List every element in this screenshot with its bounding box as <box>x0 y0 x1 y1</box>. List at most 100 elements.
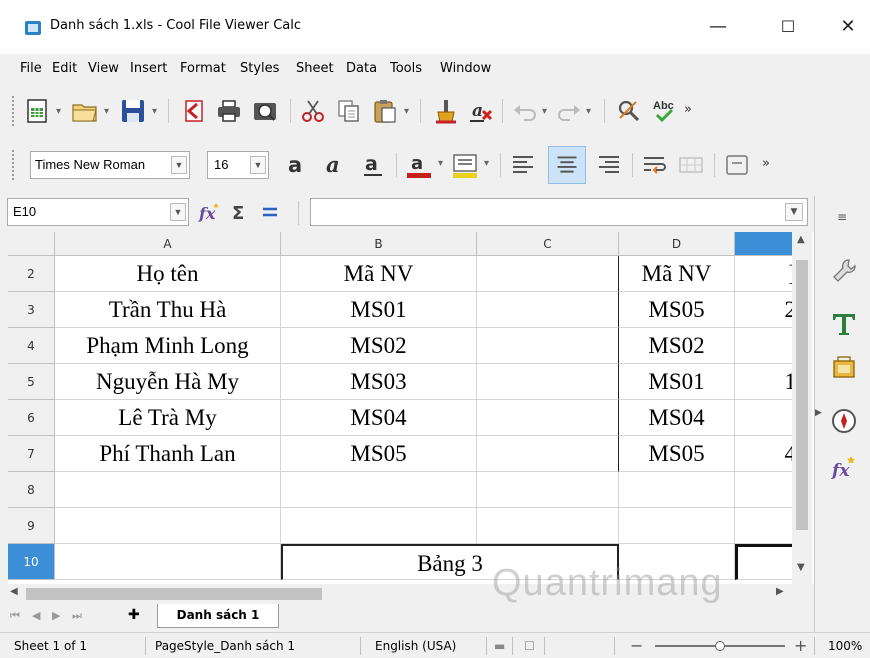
scroll-left-icon[interactable]: ◀ <box>10 586 18 597</box>
menu-format[interactable]: Format <box>180 61 226 76</box>
cell-b4[interactable]: MS02 <box>281 328 477 364</box>
cell-d4[interactable]: MS02 <box>619 328 735 364</box>
toolbar1-overflow-icon[interactable]: » <box>684 102 692 117</box>
minimize-button[interactable]: — <box>698 12 738 42</box>
save-dropdown-icon[interactable]: ▾ <box>152 106 157 117</box>
vertical-scrollbar[interactable]: ▲ ▼ <box>792 232 812 584</box>
sum-icon[interactable]: Σ <box>228 200 252 224</box>
scroll-right-icon[interactable]: ▶ <box>776 586 784 597</box>
cell-b2[interactable]: Mã NV <box>281 256 477 292</box>
open-folder-icon[interactable] <box>70 96 100 126</box>
function-wizard-icon[interactable]: fx <box>196 200 222 224</box>
column-header-b[interactable]: B <box>281 232 477 256</box>
chevron-down-icon[interactable]: ▼ <box>171 156 187 174</box>
cell-a7[interactable]: Phí Thanh Lan <box>55 436 281 472</box>
last-sheet-icon[interactable]: ⏭ <box>72 609 82 623</box>
styles-icon[interactable] <box>829 308 859 338</box>
font-size-combobox[interactable]: 16 ▼ <box>207 151 269 179</box>
background-color-icon[interactable] <box>450 150 480 180</box>
open-dropdown-icon[interactable]: ▾ <box>104 106 109 117</box>
row-header[interactable]: 9 <box>8 508 55 544</box>
font-name-combobox[interactable]: Times New Roman ▼ <box>30 151 190 179</box>
cell-b8[interactable] <box>281 472 477 508</box>
first-sheet-icon[interactable]: ⏮ <box>10 609 20 623</box>
menu-file[interactable]: File <box>20 61 42 76</box>
zoom-in-button[interactable]: + <box>794 636 807 655</box>
cell-a10[interactable] <box>55 544 281 580</box>
cell-a5[interactable]: Nguyễn Hà My <box>55 364 281 400</box>
add-sheet-icon[interactable]: ✚ <box>128 607 140 623</box>
new-dropdown-icon[interactable]: ▾ <box>56 106 61 117</box>
close-button[interactable]: ✕ <box>828 12 868 42</box>
row-header[interactable]: 10 <box>8 544 55 580</box>
functions-icon[interactable]: fx <box>829 452 859 482</box>
save-icon[interactable] <box>118 96 148 126</box>
maximize-button[interactable]: ☐ <box>768 12 808 42</box>
row-header[interactable]: 6 <box>8 400 55 436</box>
zoom-slider[interactable] <box>655 641 785 651</box>
merge-cells-icon[interactable] <box>676 150 706 180</box>
select-all-corner[interactable] <box>8 232 55 256</box>
cell-a6[interactable]: Lê Trà My <box>55 400 281 436</box>
scroll-down-icon[interactable]: ▼ <box>797 562 805 573</box>
cut-icon[interactable] <box>298 96 328 126</box>
language[interactable]: English (USA) <box>375 639 456 653</box>
wrap-text-icon[interactable] <box>640 150 670 180</box>
cell-b5[interactable]: MS03 <box>281 364 477 400</box>
menu-view[interactable]: View <box>88 61 119 76</box>
cell-b3[interactable]: MS01 <box>281 292 477 328</box>
spreadsheet-grid[interactable]: A B C D 2 Họ tên Mã NV Mã NV ] 3 Trần Th… <box>8 232 814 584</box>
chevron-down-icon[interactable]: ▼ <box>170 203 186 221</box>
align-right-icon[interactable] <box>594 150 624 180</box>
row-header[interactable]: 5 <box>8 364 55 400</box>
sidebar-menu-icon[interactable]: ≡ <box>837 210 847 224</box>
cell-b7[interactable]: MS05 <box>281 436 477 472</box>
spelling-icon[interactable]: Abc <box>650 96 680 126</box>
expand-formula-icon[interactable]: ▼ <box>785 203 803 221</box>
undo-icon[interactable] <box>510 96 540 126</box>
cell-c5[interactable] <box>477 364 619 400</box>
cell-a9[interactable] <box>55 508 281 544</box>
font-color-icon[interactable]: a <box>404 150 434 180</box>
row-header[interactable]: 8 <box>8 472 55 508</box>
clone-formatting-icon[interactable] <box>430 96 460 126</box>
horizontal-scroll-thumb[interactable] <box>26 588 322 600</box>
export-pdf-icon[interactable] <box>178 96 208 126</box>
chevron-down-icon[interactable]: ▼ <box>250 156 266 174</box>
find-replace-icon[interactable] <box>614 96 644 126</box>
copy-icon[interactable] <box>334 96 364 126</box>
menu-data[interactable]: Data <box>346 61 377 76</box>
menu-window[interactable]: Window <box>440 61 491 76</box>
cell-a4[interactable]: Phạm Minh Long <box>55 328 281 364</box>
print-preview-icon[interactable] <box>250 96 280 126</box>
vertical-scroll-thumb[interactable] <box>796 260 808 530</box>
cell-d6[interactable]: MS04 <box>619 400 735 436</box>
toolbar2-overflow-icon[interactable]: » <box>762 156 770 171</box>
next-sheet-icon[interactable]: ▶ <box>52 609 60 622</box>
menu-tools[interactable]: Tools <box>390 61 422 76</box>
zoom-level[interactable]: 100% <box>828 639 862 653</box>
cell-c6[interactable] <box>477 400 619 436</box>
redo-dropdown-icon[interactable]: ▾ <box>586 106 591 117</box>
italic-icon[interactable]: a <box>320 150 350 180</box>
formula-icon[interactable] <box>258 200 282 224</box>
align-left-icon[interactable] <box>508 150 538 180</box>
zoom-slider-knob[interactable] <box>715 641 725 651</box>
previous-sheet-icon[interactable]: ◀ <box>32 609 40 622</box>
cell-c7[interactable] <box>477 436 619 472</box>
sheet-tab-danh-sach-1[interactable]: Danh sách 1 <box>157 604 279 628</box>
column-header-a[interactable]: A <box>55 232 281 256</box>
cell-a8[interactable] <box>55 472 281 508</box>
bold-icon[interactable]: a <box>282 150 312 180</box>
zoom-out-button[interactable]: − <box>630 636 643 655</box>
row-header[interactable]: 7 <box>8 436 55 472</box>
undo-dropdown-icon[interactable]: ▾ <box>542 106 547 117</box>
new-spreadsheet-icon[interactable] <box>22 96 52 126</box>
paste-dropdown-icon[interactable]: ▾ <box>404 106 409 117</box>
cell-d8[interactable] <box>619 472 735 508</box>
print-icon[interactable] <box>214 96 244 126</box>
redo-icon[interactable] <box>554 96 584 126</box>
cell-c4[interactable] <box>477 328 619 364</box>
cell-c8[interactable] <box>477 472 619 508</box>
menu-sheet[interactable]: Sheet <box>296 61 334 76</box>
